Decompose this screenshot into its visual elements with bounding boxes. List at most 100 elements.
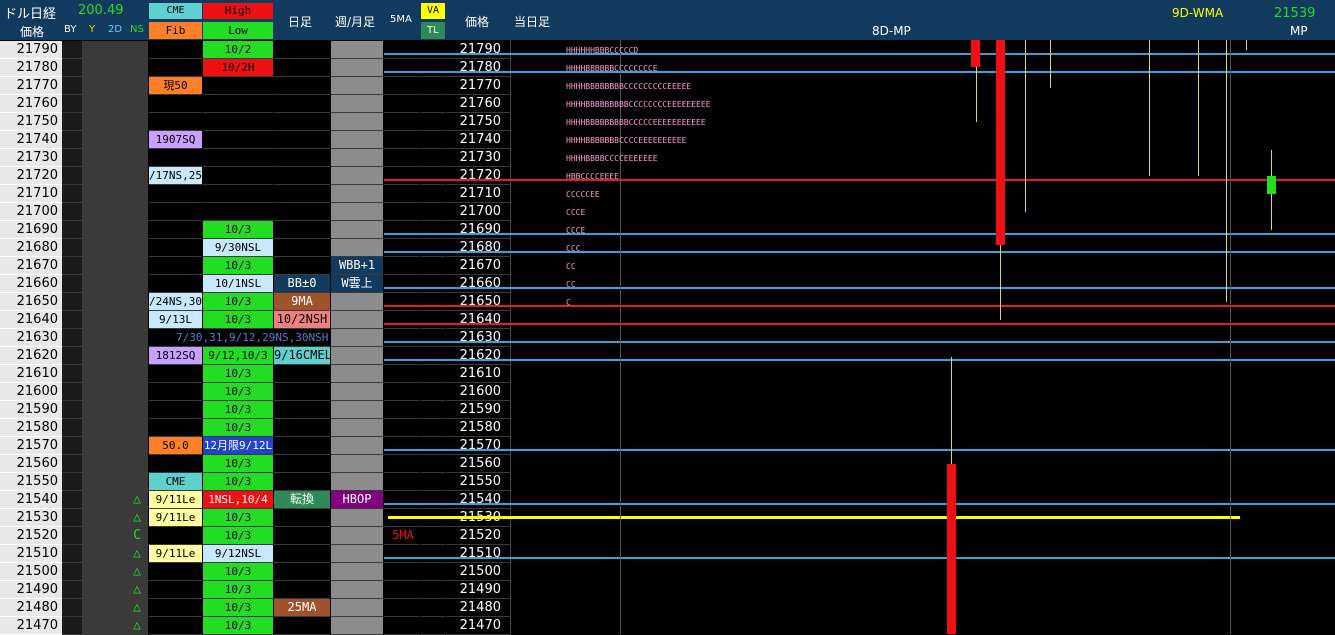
grid-cell (384, 41, 420, 59)
grid-cell (82, 203, 104, 221)
grid-cell (384, 257, 420, 275)
grid-cell (421, 113, 445, 131)
ns-mark: △ (133, 600, 141, 615)
grid-cell (384, 329, 420, 347)
grid-cell (421, 311, 445, 329)
grid-cell (62, 599, 82, 617)
candle-wick (1271, 194, 1272, 230)
grid-cell (274, 203, 330, 221)
candle-wick (1271, 150, 1272, 176)
grid-cell (421, 401, 445, 419)
hilo-tag: 10/3 (203, 383, 273, 400)
price-cell: 21690 (0, 221, 62, 239)
grid-cell (149, 203, 202, 221)
grid-cell (104, 365, 126, 383)
hilo-tag: 10/3 (203, 293, 273, 310)
grid-cell (331, 185, 383, 203)
grid-cell (126, 257, 148, 275)
weekly-tag: W雲上 (331, 275, 383, 292)
grid-cell (421, 203, 445, 221)
mp-row: HHHHBBBBBBBCCCCEEEEEEEEEE (566, 136, 687, 145)
hilo-tag: 10/3 (203, 221, 273, 238)
hilo-tag: 10/1NSL (203, 275, 273, 292)
grid-cell (274, 527, 330, 545)
grid-cell (62, 347, 82, 365)
grid-cell (126, 365, 148, 383)
grid-cell (62, 185, 82, 203)
grid-cell (104, 437, 126, 455)
grid-cell (149, 581, 202, 599)
weekly-tag: WBB+1 (331, 257, 383, 274)
price-cell: 21500 (0, 563, 62, 581)
price-cell: 21480 (0, 599, 62, 617)
grid-cell (104, 599, 126, 617)
hilo-tag: 10/3 (203, 581, 273, 598)
grid-cell (126, 401, 148, 419)
low-header: Low (203, 22, 273, 39)
mp-row: HHHHBBBBBBCCCCCCCCE (566, 64, 658, 73)
hilo-tag: 10/3 (203, 455, 273, 472)
grid-cell (149, 257, 202, 275)
grid-cell (331, 203, 383, 221)
grid-cell (384, 599, 420, 617)
grid-cell (274, 113, 330, 131)
high-header: High (203, 3, 273, 19)
grid-cell (126, 293, 148, 311)
price-cell: 21710 (0, 185, 62, 203)
grid-cell (274, 95, 330, 113)
grid-cell (421, 365, 445, 383)
grid-cell (82, 149, 104, 167)
grid-cell (149, 401, 202, 419)
grid-cell (384, 131, 420, 149)
grid-cell (331, 41, 383, 59)
grid-cell (62, 581, 82, 599)
daily-header: 日足 (288, 15, 313, 29)
grid-cell (104, 77, 126, 95)
price-cell: 21670 (0, 257, 62, 275)
grid-cell (82, 455, 104, 473)
grid-cell (62, 509, 82, 527)
hilo-tag: 9/12NSL (203, 545, 273, 562)
price-cell-right: 21550 (459, 474, 501, 489)
level-line (384, 359, 1335, 361)
grid-cell (104, 563, 126, 581)
grid-cell (82, 239, 104, 257)
grid-cell (384, 95, 420, 113)
price-cell-right: 21680 (459, 240, 501, 255)
grid-cell (149, 617, 202, 635)
grid-cell (62, 311, 82, 329)
grid-cell (126, 239, 148, 257)
price-cell: 21550 (0, 473, 62, 491)
hilo-tag: 10/3 (203, 527, 273, 544)
hilo-tag: 10/2 (203, 41, 273, 58)
grid-cell (421, 257, 445, 275)
grid-cell (62, 149, 82, 167)
grid-cell (62, 545, 82, 563)
grid-cell (384, 581, 420, 599)
price-cell: 21490 (0, 581, 62, 599)
grid-cell (274, 383, 330, 401)
grid-cell (274, 455, 330, 473)
grid-cell (126, 131, 148, 149)
grid-cell (421, 347, 445, 365)
ns-mark: △ (133, 582, 141, 597)
grid-cell (384, 77, 420, 95)
candle-body (1267, 176, 1276, 194)
grid-cell (203, 77, 273, 95)
chart-gridline (1230, 40, 1231, 634)
wma-wick (1050, 40, 1051, 88)
grid-cell (82, 347, 104, 365)
grid-cell (62, 293, 82, 311)
wma-wick (1246, 40, 1247, 50)
price-cell: 21470 (0, 617, 62, 635)
daily-tag: BB±0 (274, 275, 330, 292)
hilo-tag: 9/30NSL (203, 239, 273, 256)
grid-cell (384, 347, 420, 365)
grid-cell (274, 509, 330, 527)
grid-cell (126, 95, 148, 113)
grid-cell (274, 365, 330, 383)
hilo-tag: 1NSL,10/4 (203, 491, 273, 508)
grid-cell (126, 185, 148, 203)
grid-cell (126, 383, 148, 401)
price-cell-right: 21540 (459, 492, 501, 507)
